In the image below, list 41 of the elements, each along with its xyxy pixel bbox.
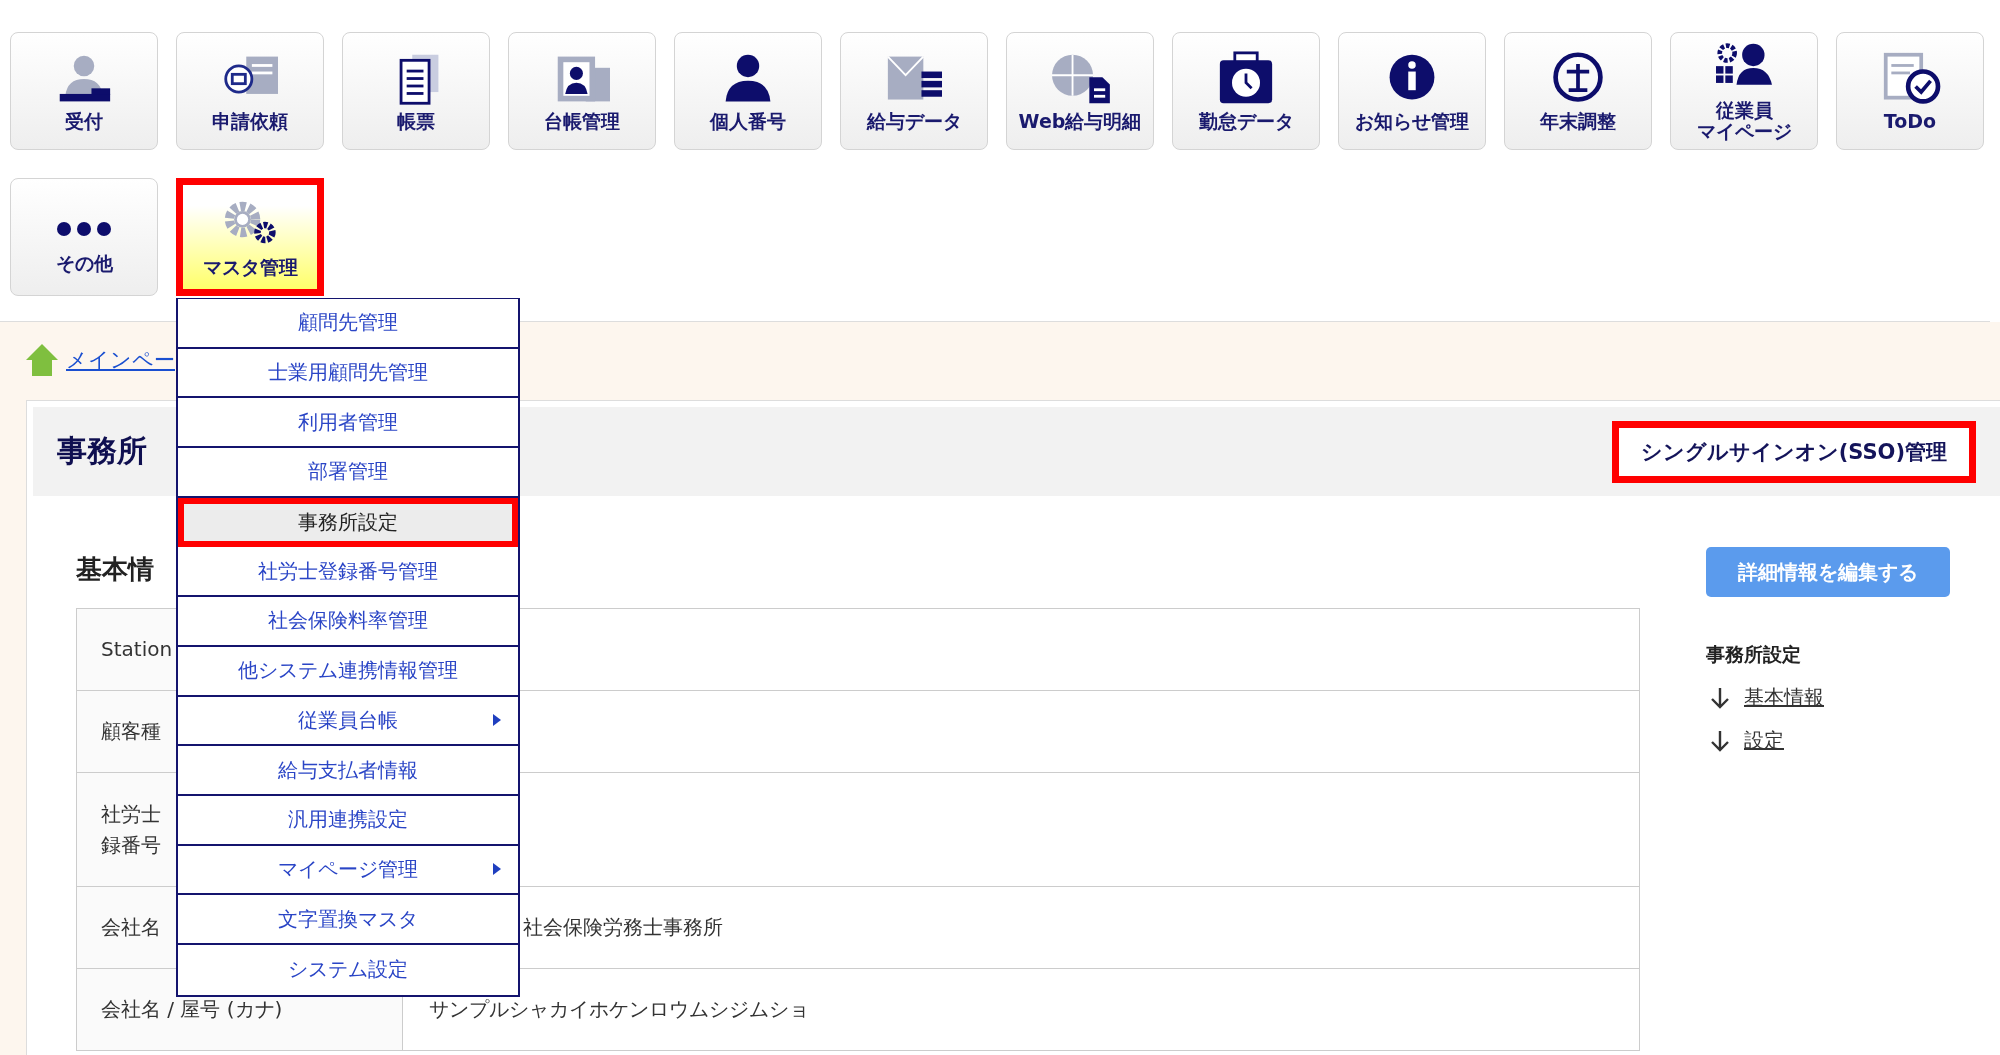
toolbar-button[interactable]: 年末調整 [1504, 32, 1652, 150]
menu-item[interactable]: 汎用連携設定 [178, 795, 518, 846]
toolbar-button[interactable]: お知らせ管理 [1338, 32, 1486, 150]
menu-item[interactable]: 顧問先管理 [178, 299, 518, 349]
page-title: 事務所 [57, 432, 147, 470]
menu-item[interactable]: 利用者管理 [178, 398, 518, 449]
toolbar-button[interactable]: 受付 [10, 32, 158, 150]
breadcrumb-link[interactable]: メインペー [66, 346, 175, 374]
menu-item[interactable]: マイページ管理 [178, 845, 518, 896]
menu-item[interactable]: 社会保険料率管理 [178, 597, 518, 647]
side-nav-link[interactable]: 基本情報 [1744, 684, 1824, 711]
menu-item[interactable]: 事務所設定 [178, 497, 518, 548]
side-nav-link[interactable]: 設定 [1744, 727, 1784, 754]
row-label: 録番号 [101, 831, 161, 859]
down-arrow-icon [1710, 685, 1730, 710]
menu-item[interactable]: 文字置換マスタ [178, 895, 518, 945]
toolbar-button[interactable]: マスタ管理 [176, 178, 324, 296]
menu-item[interactable]: 給与支払者情報 [178, 746, 518, 796]
toolbar-button[interactable]: ToDo [1836, 32, 1984, 150]
menu-item[interactable]: 従業員台帳 [178, 696, 518, 747]
row-label: 社労士 [101, 800, 161, 828]
menu-item[interactable]: 社労士登録番号管理 [178, 547, 518, 598]
toolbar-button[interactable]: 個人番号 [674, 32, 822, 150]
menu-item[interactable]: 士業用顧問先管理 [178, 348, 518, 399]
menu-item[interactable]: 他システム連携情報管理 [178, 646, 518, 697]
table-cell-text: サンプルシャカイホケンロウムシジムショ [428, 996, 809, 1023]
section-title: 基本情 [76, 553, 154, 586]
down-arrow-icon [1710, 728, 1730, 753]
toolbar-button[interactable]: 申請依頼 [176, 32, 324, 150]
toolbar-button[interactable]: 勤怠データ [1172, 32, 1320, 150]
toolbar-button[interactable]: その他 [10, 178, 158, 296]
table-cell-text: 社会保険労務士事務所 [523, 914, 723, 941]
toolbar-button[interactable]: 帳票 [342, 32, 490, 150]
sso-button[interactable]: シングルサインオン(SSO)管理 [1611, 420, 1976, 483]
toolbar-button[interactable]: Web給与明細 [1006, 32, 1154, 150]
side-nav-title: 事務所設定 [1706, 642, 1802, 667]
toolbar-button[interactable]: 従業員 マイページ [1670, 32, 1818, 150]
toolbar-button[interactable]: 台帳管理 [508, 32, 656, 150]
home-icon[interactable] [24, 342, 60, 378]
toolbar-button[interactable]: 給与データ [840, 32, 988, 150]
dots-icon [56, 220, 112, 237]
